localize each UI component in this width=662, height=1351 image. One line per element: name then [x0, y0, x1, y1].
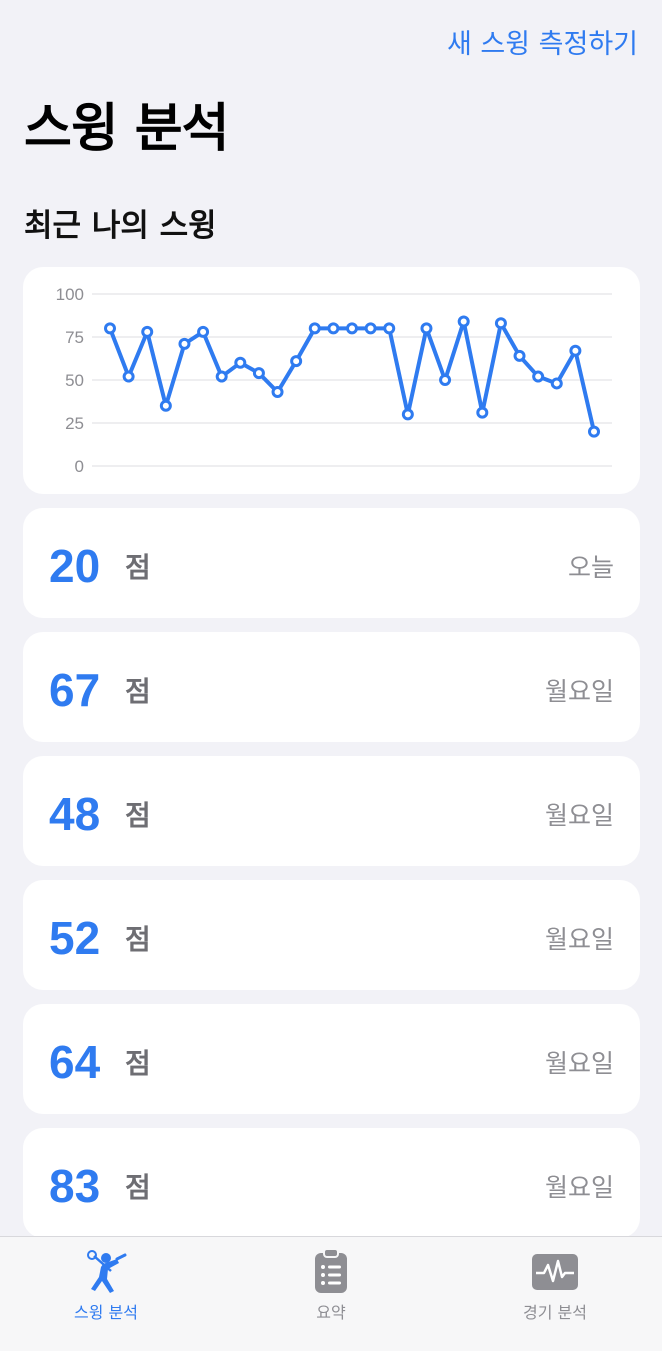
data-point — [346, 322, 358, 335]
score-day: 오늘 — [567, 553, 614, 582]
swing-line-chart: 100 75 50 25 0 — [56, 285, 612, 476]
score-value: 67 — [49, 664, 101, 716]
data-point — [290, 355, 303, 368]
data-point — [494, 317, 507, 330]
data-point — [271, 386, 284, 399]
y-tick-label: 100 — [56, 285, 84, 304]
score-unit: 점 — [125, 1047, 151, 1080]
data-point — [588, 425, 600, 438]
score-row[interactable]: 64 점 월요일 — [23, 1004, 640, 1114]
data-point — [234, 356, 247, 369]
score-row[interactable]: 52 점 월요일 — [23, 880, 640, 990]
data-point — [401, 408, 414, 421]
score-day: 월요일 — [544, 925, 614, 954]
score-day: 월요일 — [544, 1173, 614, 1202]
tab-label: 스윙 분석 — [74, 1303, 138, 1322]
new-swing-button[interactable]: 새 스윙 측정하기 — [447, 22, 638, 61]
score-row[interactable]: 48 점 월요일 — [23, 756, 640, 866]
tab-label: 경기 분석 — [523, 1303, 587, 1322]
y-tick-label: 75 — [65, 328, 84, 347]
data-point — [197, 325, 210, 338]
score-value: 52 — [49, 912, 101, 964]
score-row[interactable]: 20 점 오늘 — [23, 508, 640, 618]
data-point — [532, 370, 545, 383]
score-unit: 점 — [125, 799, 151, 832]
data-point — [513, 349, 526, 362]
y-tick-label: 0 — [75, 457, 84, 476]
data-point — [420, 322, 433, 335]
data-point — [308, 322, 321, 335]
score-value: 48 — [49, 788, 101, 840]
golfer-swing-icon — [81, 1247, 131, 1301]
tab-label: 요약 — [316, 1303, 346, 1322]
y-tick-label: 50 — [65, 371, 84, 390]
score-row[interactable]: 67 점 월요일 — [23, 632, 640, 742]
data-point — [327, 322, 340, 335]
tab-match-analysis[interactable]: 경기 분석 — [445, 1237, 662, 1351]
tab-swing-analysis[interactable]: 스윙 분석 — [0, 1237, 216, 1351]
series-line — [108, 319, 596, 433]
score-unit: 점 — [125, 923, 151, 956]
data-point — [550, 377, 563, 390]
score-value: 64 — [49, 1036, 101, 1088]
y-tick-label: 25 — [65, 414, 84, 433]
score-unit: 점 — [125, 551, 151, 584]
data-point — [457, 315, 470, 328]
swing-chart-card: 100 75 50 25 0 — [23, 267, 640, 494]
score-value: 83 — [49, 1160, 101, 1212]
data-point — [439, 374, 452, 386]
score-value: 20 — [49, 540, 101, 592]
data-point — [178, 337, 191, 350]
score-unit: 점 — [125, 1171, 151, 1204]
data-point — [383, 322, 396, 335]
section-title: 최근 나의 스윙 — [24, 208, 217, 244]
data-point — [215, 370, 228, 383]
page-title: 스윙 분석 — [24, 99, 229, 159]
score-unit: 점 — [125, 675, 151, 708]
score-day: 월요일 — [544, 677, 614, 706]
data-point — [569, 344, 582, 357]
clipboard-list-icon — [311, 1247, 351, 1301]
data-point — [476, 406, 489, 419]
data-point — [141, 325, 154, 338]
score-row[interactable]: 83 점 월요일 — [23, 1128, 640, 1238]
tab-bar: 스윙 분석 요약 경기 분석 — [0, 1236, 662, 1351]
score-day: 월요일 — [544, 1049, 614, 1078]
tab-summary[interactable]: 요약 — [221, 1237, 441, 1351]
data-point — [364, 322, 377, 335]
score-day: 월요일 — [544, 801, 614, 830]
waveform-monitor-icon — [530, 1247, 580, 1301]
data-point — [252, 367, 265, 380]
data-point — [104, 322, 116, 335]
data-point — [159, 399, 172, 412]
data-point — [122, 370, 135, 383]
